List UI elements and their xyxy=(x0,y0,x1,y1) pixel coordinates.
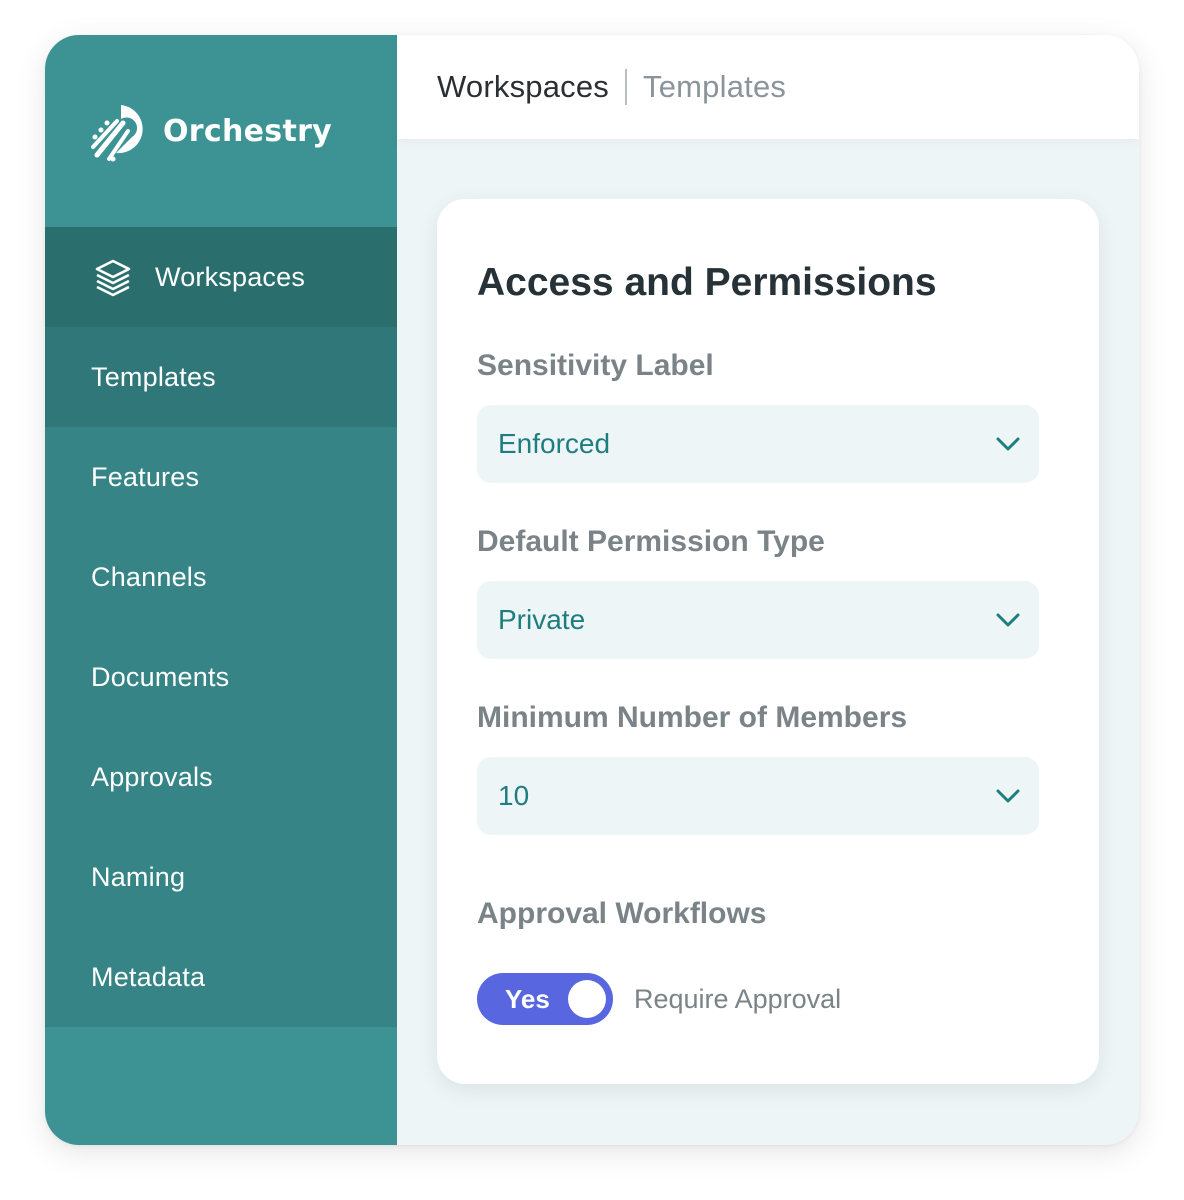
min-members-heading: Minimum Number of Members xyxy=(477,701,908,734)
app-window: Orchestry Workspaces Templates Features … xyxy=(45,35,1139,1145)
sidebar-item-label: Documents xyxy=(91,661,230,692)
sidebar-item-templates[interactable]: Templates xyxy=(45,327,397,427)
require-approval-text: Require Approval xyxy=(634,983,842,1014)
layers-icon xyxy=(91,255,135,299)
select-value: 10 xyxy=(498,780,530,811)
sidebar-item-documents[interactable]: Documents xyxy=(45,627,397,727)
permissions-card: Access and Permissions Sensitivity Label… xyxy=(437,199,1099,1084)
breadcrumb-divider xyxy=(625,69,627,105)
chevron-down-icon xyxy=(995,788,1021,804)
approval-workflows-heading: Approval Workflows xyxy=(477,897,767,930)
sidebar-nav: Workspaces Templates Features Channels D… xyxy=(45,227,397,1027)
sidebar-item-label: Workspaces xyxy=(155,261,306,292)
logo: Orchestry xyxy=(83,93,332,169)
toggle-label: Yes xyxy=(505,984,550,1014)
sidebar-item-label: Approvals xyxy=(91,761,213,792)
breadcrumb-current[interactable]: Workspaces xyxy=(437,69,609,105)
approval-toggle[interactable]: Yes xyxy=(477,973,613,1025)
min-members-select[interactable]: 10 xyxy=(477,757,1039,835)
sidebar-item-metadata[interactable]: Metadata xyxy=(45,927,397,1027)
select-value: Private xyxy=(498,604,586,635)
app-name: Orchestry xyxy=(163,113,333,149)
sidebar-item-approvals[interactable]: Approvals xyxy=(45,727,397,827)
sidebar-item-workspaces[interactable]: Workspaces xyxy=(45,227,397,327)
sidebar-item-naming[interactable]: Naming xyxy=(45,827,397,927)
chevron-down-icon xyxy=(995,612,1021,628)
sidebar-item-label: Features xyxy=(91,461,200,492)
select-value: Enforced xyxy=(498,428,611,459)
sidebar-item-label: Metadata xyxy=(91,961,206,992)
sidebar-item-channels[interactable]: Channels xyxy=(45,527,397,627)
breadcrumb: Workspaces Templates xyxy=(397,35,1139,139)
permission-type-select[interactable]: Private xyxy=(477,581,1039,659)
sensitivity-label-heading: Sensitivity Label xyxy=(477,349,714,382)
sensitivity-label-select[interactable]: Enforced xyxy=(477,405,1039,483)
sidebar: Orchestry Workspaces Templates Features … xyxy=(45,35,397,1145)
sidebar-item-label: Naming xyxy=(91,861,186,892)
breadcrumb-templates[interactable]: Templates xyxy=(643,69,786,105)
card-title: Access and Permissions xyxy=(477,261,937,304)
chevron-down-icon xyxy=(995,436,1021,452)
toggle-knob xyxy=(568,980,606,1018)
approval-toggle-row: Yes Require Approval xyxy=(477,973,841,1025)
sidebar-item-features[interactable]: Features xyxy=(45,427,397,527)
sidebar-item-label: Channels xyxy=(91,561,207,592)
permission-type-heading: Default Permission Type xyxy=(477,525,825,558)
sidebar-item-label: Templates xyxy=(91,361,216,392)
orchestry-logo-icon xyxy=(91,105,143,162)
